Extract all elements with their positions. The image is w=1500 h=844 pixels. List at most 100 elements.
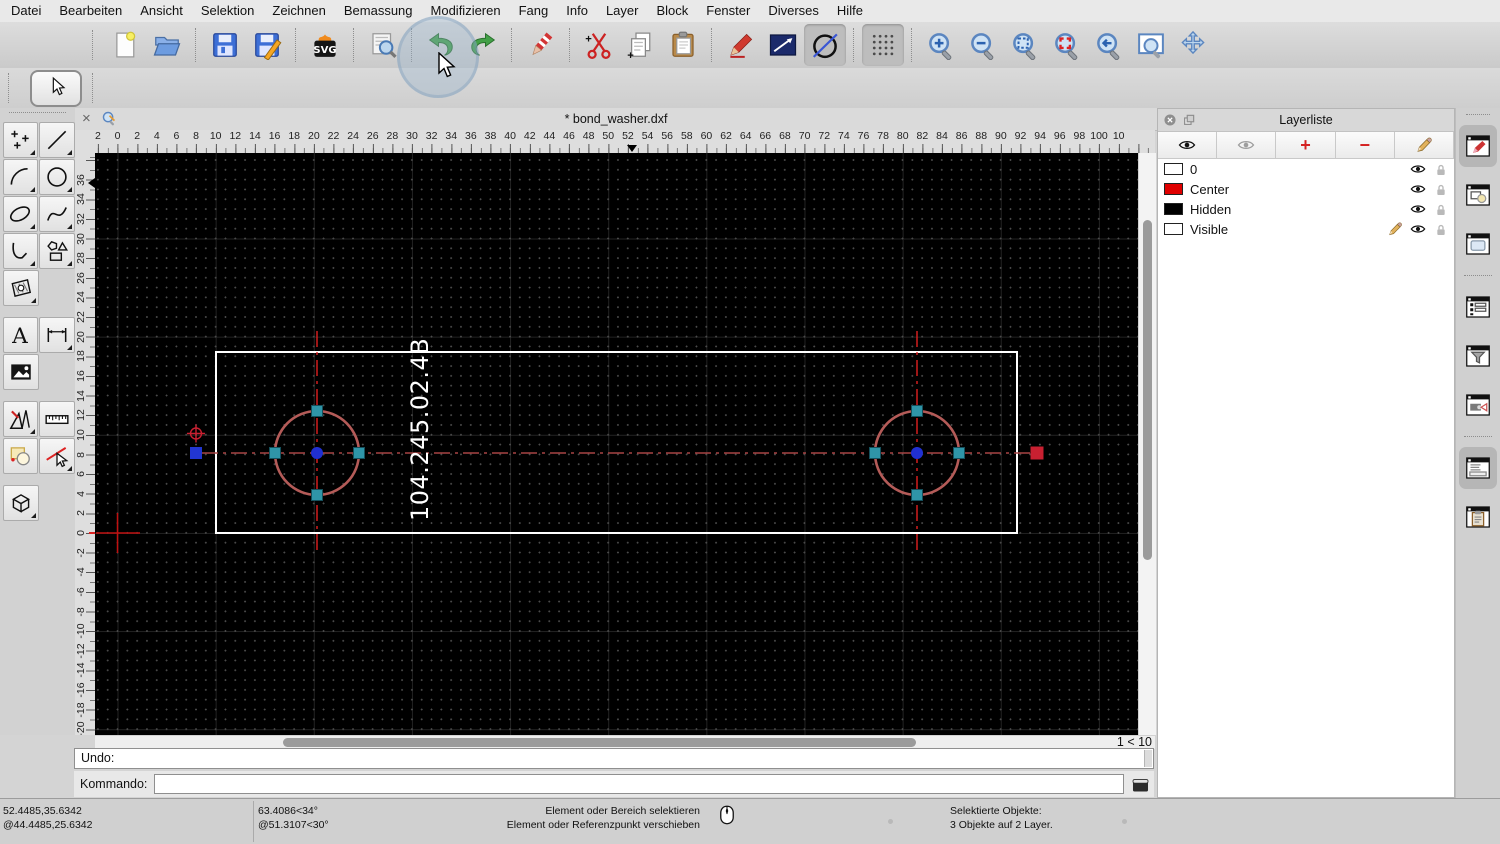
menu-fenster[interactable]: Fenster (697, 0, 759, 22)
tool-order-button[interactable] (2, 437, 38, 474)
save-button[interactable] (204, 24, 246, 66)
cut-button[interactable]: + (578, 24, 620, 66)
tool-solid-button[interactable] (2, 484, 39, 521)
menu-modifizieren[interactable]: Modifizieren (422, 0, 510, 22)
add-layer-button[interactable]: + (1276, 132, 1336, 158)
layer-visibility-icon[interactable] (1410, 201, 1426, 217)
layer-row-center[interactable]: Center (1158, 179, 1454, 199)
dock-preview-panel-toggle-button[interactable] (1459, 223, 1497, 265)
dock-filter-panel-toggle-button[interactable] (1459, 335, 1497, 377)
layer-lock-icon[interactable] (1433, 202, 1448, 217)
menu-datei[interactable]: Datei (2, 0, 50, 22)
copy-button[interactable]: + (620, 24, 662, 66)
centerline-endpoint-red[interactable] (1030, 446, 1044, 460)
layer-lock-icon[interactable] (1433, 182, 1448, 197)
layer-row-0[interactable]: 0 (1158, 159, 1454, 179)
paste-button[interactable] (662, 24, 704, 66)
dock-list-panel-toggle-button[interactable] (1459, 286, 1497, 328)
layer-visibility-icon[interactable] (1410, 221, 1426, 237)
tool-line-button[interactable] (39, 121, 75, 158)
layer-edit-pencil-icon[interactable] (1387, 221, 1403, 237)
tool-attributes-button[interactable] (39, 437, 75, 474)
toolbar-drag-handle[interactable] (92, 30, 94, 60)
line-attributes-button[interactable] (762, 24, 804, 66)
tool-circle-button[interactable] (39, 158, 75, 195)
menu-zeichnen[interactable]: Zeichnen (263, 0, 334, 22)
layer-visibility-icon[interactable] (1410, 181, 1426, 197)
drawing-canvas[interactable]: 104.245.02.4B (95, 153, 1138, 735)
dock-clipboard-panel-toggle-button[interactable] (1459, 496, 1497, 538)
left-center-node[interactable] (311, 447, 323, 459)
tool-polygon-button[interactable] (39, 232, 75, 269)
menu-hilfe[interactable]: Hilfe (828, 0, 872, 22)
part-number-label[interactable]: 104.245.02.4B (406, 338, 434, 521)
menu-ansicht[interactable]: Ansicht (131, 0, 192, 22)
tool-ellipse-button[interactable] (2, 195, 38, 232)
show-all-layers-button[interactable] (1158, 132, 1218, 158)
strip-drag-handle[interactable] (1466, 114, 1490, 118)
tool-dimension-button[interactable] (39, 316, 75, 353)
tool-image-button[interactable] (2, 353, 39, 390)
tool-hatch-button[interactable] (2, 269, 39, 306)
menu-fang[interactable]: Fang (510, 0, 558, 22)
zoom-in-icon (929, 33, 952, 60)
save-as-button[interactable] (246, 24, 288, 66)
right-center-node[interactable] (911, 447, 923, 459)
folder-open-button[interactable] (146, 24, 188, 66)
draft-mode-button[interactable] (804, 24, 846, 66)
tool-spline-button[interactable] (39, 195, 75, 232)
dock-pen-panel-toggle-button[interactable] (1459, 125, 1497, 167)
zoom-in-button[interactable] (920, 24, 962, 66)
dock-beamer-panel-toggle-button[interactable] (1459, 384, 1497, 426)
layer-row-hidden[interactable]: Hidden (1158, 199, 1454, 219)
layer-lock-icon[interactable] (1433, 222, 1448, 237)
svg-export-button[interactable]: SVG (304, 24, 346, 66)
horizontal-scrollbar-thumb[interactable] (283, 738, 916, 747)
layer-visibility-icon[interactable] (1410, 161, 1426, 177)
menu-info[interactable]: Info (557, 0, 597, 22)
dock-block-panel-toggle-button[interactable] (1459, 174, 1497, 216)
hide-all-layers-button[interactable] (1217, 132, 1277, 158)
menu-selektion[interactable]: Selektion (192, 0, 263, 22)
menu-diverses[interactable]: Diverses (759, 0, 828, 22)
delete-selection-button[interactable] (520, 24, 562, 66)
washer-outline-rect[interactable] (215, 351, 1018, 534)
tool-modify-button[interactable] (2, 400, 38, 437)
command-detach-icon[interactable] (1131, 776, 1150, 792)
dock-command-panel-toggle-button[interactable] (1459, 447, 1497, 489)
layer-row-visible[interactable]: Visible (1158, 219, 1454, 239)
grid-toggle-button[interactable] (862, 24, 904, 66)
zoom-window-button[interactable] (1130, 24, 1172, 66)
layer-lock-icon[interactable] (1433, 162, 1448, 177)
vertical-scrollbar-thumb[interactable] (1143, 220, 1152, 560)
zoom-auto-button[interactable] (1004, 24, 1046, 66)
tool-points-button[interactable] (2, 121, 38, 158)
toolbar-drag-handle[interactable] (8, 73, 10, 103)
command-input[interactable] (154, 774, 1124, 794)
edit-layer-button[interactable] (1394, 132, 1455, 158)
zoom-selected-button[interactable] (1046, 24, 1088, 66)
toolbar-drag-handle[interactable] (92, 73, 94, 103)
menu-layer[interactable]: Layer (597, 0, 648, 22)
vertical-scrollbar[interactable] (1138, 153, 1156, 735)
palette-drag-handle[interactable] (9, 112, 66, 116)
file-new-button[interactable] (104, 24, 146, 66)
command-history[interactable]: Undo: (74, 748, 1154, 769)
undo-button[interactable] (420, 24, 462, 66)
pen-button[interactable] (720, 24, 762, 66)
menu-bemassung[interactable]: Bemassung (335, 0, 422, 22)
centerline-endpoint-blue[interactable] (190, 447, 202, 459)
zoom-pan-button[interactable] (1172, 24, 1214, 66)
zoom-previous-button[interactable] (1088, 24, 1130, 66)
redo-button[interactable] (462, 24, 504, 66)
remove-layer-button[interactable]: − (1335, 132, 1395, 158)
tool-text-button[interactable]: A (2, 316, 38, 353)
select-tool-button[interactable] (30, 69, 82, 107)
menu-block[interactable]: Block (647, 0, 697, 22)
print-preview-button[interactable] (362, 24, 404, 66)
tool-arc-button[interactable] (2, 158, 38, 195)
tool-measure-button[interactable] (39, 400, 75, 437)
menu-bearbeiten[interactable]: Bearbeiten (50, 0, 131, 22)
tool-polyline-button[interactable] (2, 232, 38, 269)
zoom-out-button[interactable] (962, 24, 1004, 66)
